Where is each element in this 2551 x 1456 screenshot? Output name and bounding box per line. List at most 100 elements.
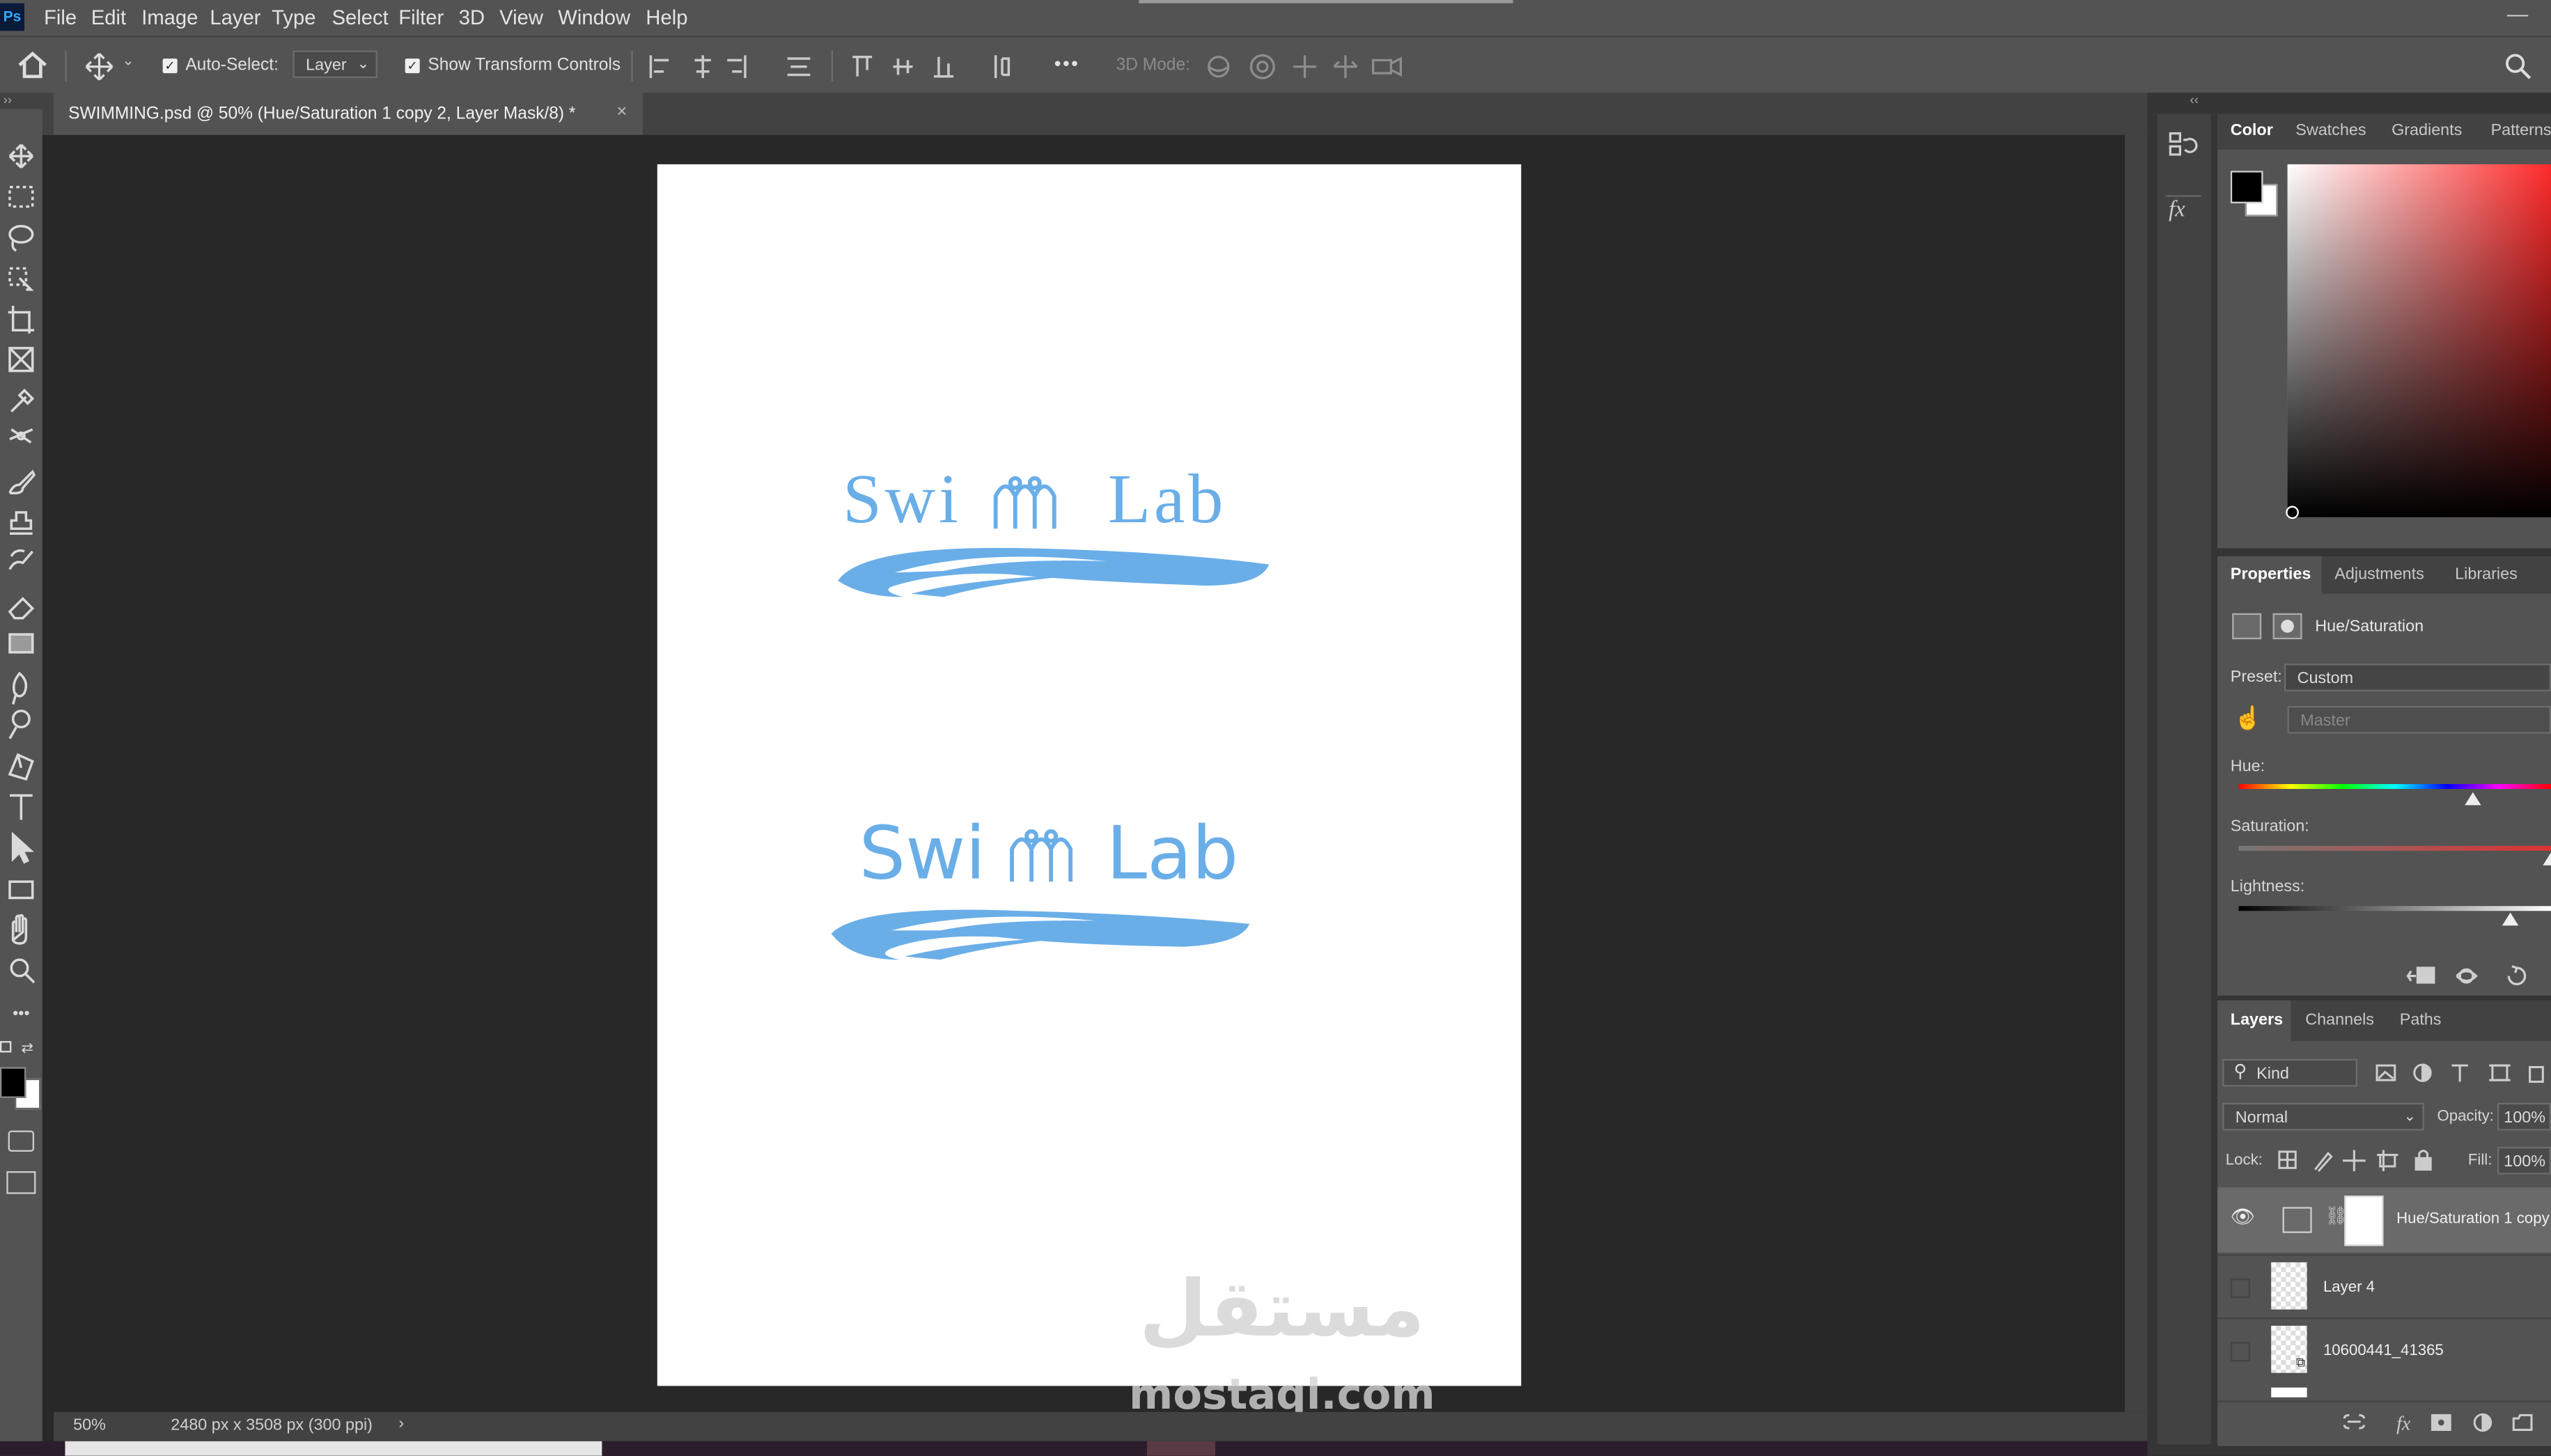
hue-slider-track[interactable]: [2238, 784, 2551, 790]
history-panel-icon[interactable]: [2167, 130, 2200, 159]
menu-image[interactable]: Image: [141, 6, 198, 29]
layer-row[interactable]: ⧉ 10600441_41365: [2217, 1317, 2551, 1381]
distribute-icons[interactable]: [849, 54, 1015, 79]
color-picker-cursor[interactable]: [2286, 506, 2299, 519]
layer-filter-icons[interactable]: [2373, 1060, 2549, 1085]
tab-color[interactable]: Color: [2231, 122, 2273, 140]
swimmer-mark-icon: [993, 476, 1056, 529]
channel-dropdown[interactable]: Master: [2287, 705, 2551, 734]
default-colors-icon[interactable]: [0, 1041, 13, 1054]
swap-colors-icon[interactable]: ⇄: [21, 1040, 33, 1058]
menu-layer[interactable]: Layer: [210, 6, 260, 29]
adjustment-layer-icon: [2282, 1207, 2312, 1233]
zoom-level[interactable]: 50%: [73, 1417, 106, 1435]
align-icons[interactable]: [648, 54, 813, 79]
targeted-adjustment-icon[interactable]: ☝: [2233, 705, 2262, 733]
tab-layers[interactable]: Layers: [2231, 1012, 2283, 1030]
menu-file[interactable]: File: [44, 6, 77, 29]
menu-type[interactable]: Type: [272, 6, 315, 29]
vertical-scrollbar[interactable]: [2124, 134, 2148, 1412]
show-transform-checkbox[interactable]: ✓: [405, 58, 420, 74]
menu-help[interactable]: Help: [646, 6, 687, 29]
svg-text:•••: •••: [13, 1003, 30, 1021]
tab-adjustments[interactable]: Adjustments: [2334, 566, 2424, 584]
layer-name: Layer 4: [2323, 1278, 2375, 1297]
lightness-slider-thumb[interactable]: [2502, 912, 2519, 926]
screen-mode-icon[interactable]: [6, 1171, 36, 1194]
auto-select-checkbox[interactable]: ✓: [162, 58, 178, 74]
adjustment-icon[interactable]: [2232, 613, 2262, 640]
fill-input[interactable]: 100%: [2497, 1146, 2551, 1175]
layer-row[interactable]: 👁 ⛓ Hue/Saturation 1 copy: [2217, 1187, 2551, 1253]
opacity-label: Opacity:: [2437, 1107, 2494, 1126]
visibility-toggle[interactable]: [2230, 1278, 2250, 1299]
document-info: 2480 px x 3508 px (300 ppi): [171, 1416, 373, 1435]
move-tool-icon[interactable]: [84, 52, 114, 81]
color-panel: Color Swatches Gradients Patterns: [2217, 113, 2551, 549]
logo-serif-text-2: Lab: [1107, 462, 1227, 539]
lightness-slider-track[interactable]: [2238, 906, 2551, 911]
visibility-toggle[interactable]: [2230, 1342, 2250, 1362]
fill-label: Fill:: [2467, 1151, 2493, 1170]
auto-select-label: Auto-Select:: [185, 55, 279, 75]
color-panel-foreground-swatch[interactable]: [2230, 171, 2263, 204]
close-tab-icon[interactable]: ×: [616, 102, 627, 122]
saturation-slider-track[interactable]: [2238, 845, 2551, 851]
menu-window[interactable]: Window: [558, 6, 630, 29]
tab-swatches[interactable]: Swatches: [2295, 122, 2366, 140]
tab-libraries[interactable]: Libraries: [2455, 566, 2518, 584]
blend-mode-dropdown[interactable]: Normal ⌄: [2222, 1102, 2424, 1131]
menu-3d[interactable]: 3D: [459, 6, 485, 29]
layers-panel: Layers Channels Paths Kind ⚲ Normal ⌄ Opa…: [2217, 1000, 2551, 1446]
minimize-button[interactable]: —: [2507, 1, 2528, 26]
menu-edit[interactable]: Edit: [91, 6, 126, 29]
tab-gradients[interactable]: Gradients: [2392, 122, 2462, 140]
auto-select-target-dropdown[interactable]: Layer ⌄: [292, 50, 377, 79]
more-options-icon[interactable]: •••: [1054, 52, 1079, 75]
properties-footer-icons[interactable]: [2405, 963, 2543, 989]
channel-value: Master: [2300, 712, 2350, 730]
lock-icons[interactable]: [2276, 1148, 2439, 1173]
saturation-slider-thumb[interactable]: [2543, 852, 2551, 866]
hue-label: Hue:: [2230, 758, 2265, 776]
logo-sans-text-2: Lab: [1106, 810, 1239, 897]
dock-collapse-bar[interactable]: ‹‹: [2147, 93, 2551, 114]
3d-mode-icons[interactable]: [1204, 52, 1406, 81]
saturation-label: Saturation:: [2230, 818, 2309, 836]
layers-footer-icons[interactable]: fx: [2341, 1410, 2550, 1434]
tab-channels[interactable]: Channels: [2305, 1012, 2374, 1030]
fill-value: 100%: [2504, 1153, 2546, 1171]
logo-wave: [838, 547, 1270, 597]
document-tab-title: SWIMMING.psd @ 50% (Hue/Saturation 1 cop…: [68, 104, 576, 124]
layer-filter-dropdown[interactable]: Kind ⚲: [2222, 1058, 2358, 1087]
styles-panel-icon[interactable]: fx: [2169, 198, 2185, 224]
document-canvas[interactable]: [657, 164, 1522, 1386]
tab-paths[interactable]: Paths: [2400, 1012, 2442, 1030]
tab-patterns[interactable]: Patterns: [2491, 122, 2551, 140]
quick-mask-icon[interactable]: [8, 1130, 35, 1152]
status-menu-arrow[interactable]: ›: [398, 1415, 404, 1433]
mask-icon[interactable]: [2272, 613, 2302, 640]
photoshop-logo-icon[interactable]: Ps: [0, 3, 25, 31]
preset-value: Custom: [2297, 670, 2354, 689]
chevron-down-icon[interactable]: ⌄: [122, 52, 134, 70]
preset-dropdown[interactable]: Custom: [2284, 664, 2551, 691]
home-icon[interactable]: [16, 50, 49, 79]
tab-properties[interactable]: Properties: [2231, 566, 2311, 584]
menu-select[interactable]: Select: [332, 6, 389, 29]
visibility-eye-icon[interactable]: 👁: [2231, 1205, 2256, 1228]
foreground-color-swatch[interactable]: [0, 1067, 26, 1098]
properties-panel: Properties Adjustments Libraries Hue/Sat…: [2217, 556, 2551, 996]
opacity-input[interactable]: 100%: [2497, 1102, 2551, 1131]
hue-slider-thumb[interactable]: [2465, 792, 2481, 806]
menu-filter[interactable]: Filter: [398, 6, 444, 29]
layer-row[interactable]: Layer 4: [2217, 1254, 2551, 1317]
layer-name: 10600441_41365: [2323, 1342, 2444, 1360]
search-icon[interactable]: [2504, 52, 2532, 80]
menu-view[interactable]: View: [499, 6, 543, 29]
document-tab[interactable]: SWIMMING.psd @ 50% (Hue/Saturation 1 cop…: [54, 93, 643, 135]
color-picker-field[interactable]: [2287, 164, 2551, 517]
layer-mask-thumbnail[interactable]: [2344, 1196, 2384, 1246]
watermark-arabic: مستقل: [1139, 1264, 1425, 1355]
title-strip: [1139, 0, 1513, 3]
